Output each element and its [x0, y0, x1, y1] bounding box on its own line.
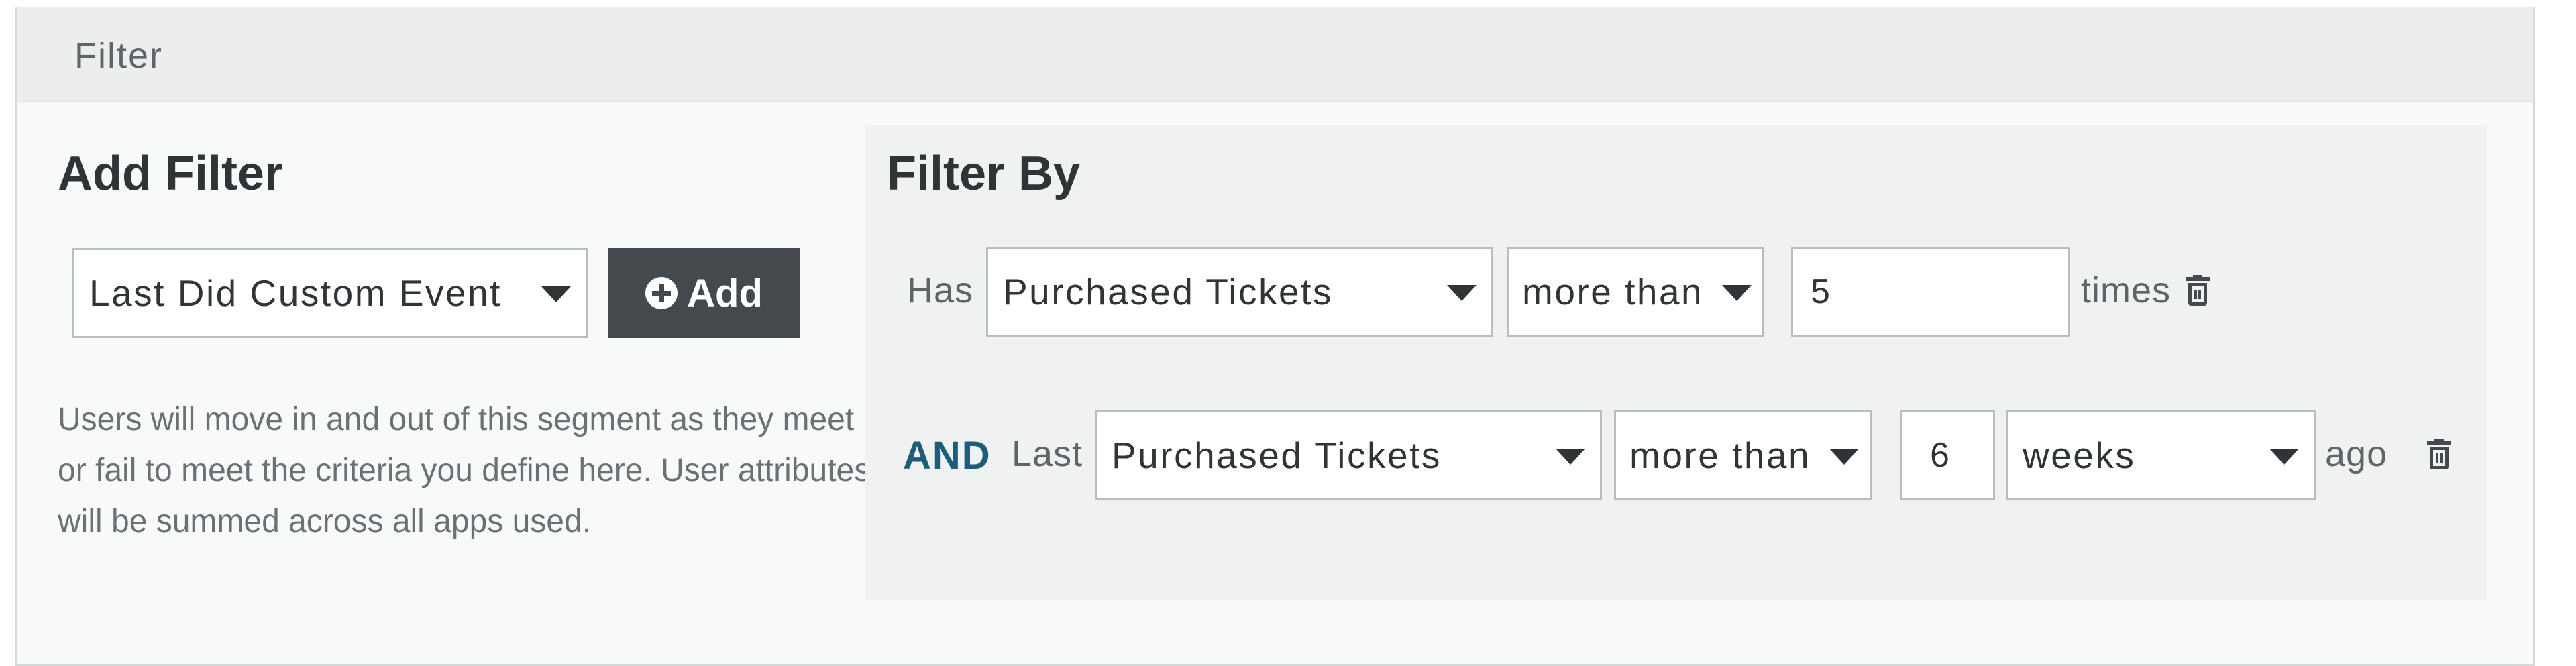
- caret-down-icon: [2269, 449, 2299, 465]
- filter-type-select[interactable]: Last Did Custom Event: [72, 248, 588, 338]
- row2-comparator-value: more than: [1629, 435, 1811, 476]
- caret-down-icon: [541, 286, 571, 302]
- caret-down-icon: [1829, 449, 1859, 465]
- row2-prefix-label: Last: [1012, 434, 1083, 474]
- row1-suffix-label: times: [2081, 270, 2171, 311]
- caret-down-icon: [1556, 449, 1585, 465]
- row2-suffix-label: ago: [2325, 434, 2388, 474]
- row1-delete-trash-icon[interactable]: [2186, 275, 2210, 306]
- panel-header: Filter: [17, 7, 2533, 102]
- filter-by-title: Filter By: [887, 147, 1081, 201]
- row2-unit-value: weeks: [2023, 435, 2136, 476]
- caret-down-icon: [1722, 285, 1752, 301]
- row1-event-value: Purchased Tickets: [1003, 271, 1333, 313]
- row2-event-value: Purchased Tickets: [1112, 435, 1442, 476]
- filter-type-value: Last Did Custom Event: [89, 272, 502, 314]
- add-filter-title: Add Filter: [58, 147, 283, 201]
- filter-by-section: [865, 125, 2487, 600]
- row1-comparator-value: more than: [1522, 271, 1704, 313]
- row1-prefix-label: Has: [907, 270, 974, 311]
- panel-title: Filter: [74, 36, 163, 76]
- plus-circle-icon: [645, 277, 678, 309]
- row2-amount-input[interactable]: 6: [1900, 410, 1995, 500]
- row2-event-select[interactable]: Purchased Tickets: [1095, 410, 1602, 500]
- row1-comparator-select[interactable]: more than: [1507, 247, 1764, 337]
- row1-count-input[interactable]: 5: [1791, 247, 2070, 337]
- row2-comparator-select[interactable]: more than: [1614, 410, 1872, 500]
- add-button-label: Add: [687, 271, 763, 315]
- row2-amount-value: 6: [1930, 436, 1949, 475]
- row2-delete-trash-icon[interactable]: [2427, 439, 2451, 469]
- add-filter-button[interactable]: Add: [608, 248, 800, 338]
- and-conjunction-label: AND: [903, 434, 991, 478]
- row1-count-value: 5: [1811, 272, 1830, 311]
- caret-down-icon: [1447, 285, 1477, 301]
- row2-unit-select[interactable]: weeks: [2006, 410, 2316, 500]
- help-text: Users will move in and out of this segme…: [58, 402, 871, 539]
- row1-event-select[interactable]: Purchased Tickets: [986, 247, 1493, 337]
